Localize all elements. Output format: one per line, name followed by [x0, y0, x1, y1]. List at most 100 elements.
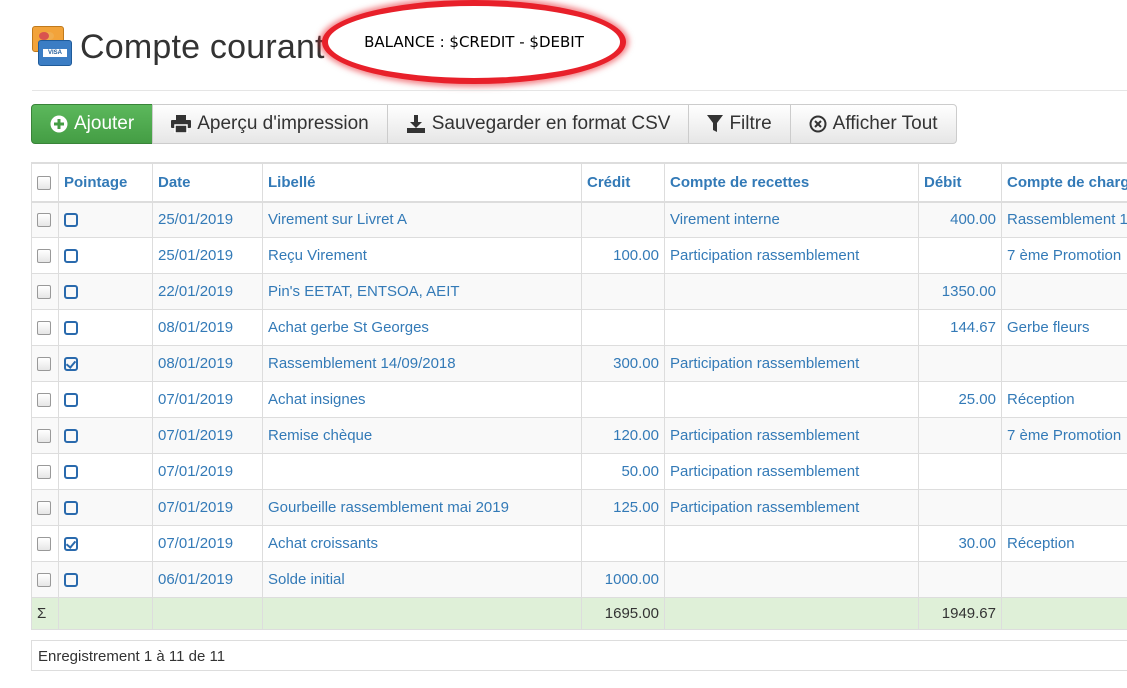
date-cell[interactable]: 22/01/2019	[152, 273, 263, 310]
debit-cell[interactable]	[918, 561, 1002, 598]
date-cell[interactable]: 08/01/2019	[152, 309, 263, 346]
unchecked-square-icon[interactable]	[64, 573, 78, 588]
column-header-debit[interactable]: Débit	[918, 163, 1002, 203]
credit-cell[interactable]	[581, 309, 665, 346]
income-account-cell[interactable]: Participation rassemblement	[664, 453, 919, 490]
income-account-cell[interactable]: Participation rassemblement	[664, 417, 919, 454]
expense-account-cell[interactable]	[1001, 453, 1127, 490]
income-account-cell[interactable]: Virement interne	[664, 201, 919, 238]
income-account-cell[interactable]: Participation rassemblement	[664, 489, 919, 526]
income-account-cell[interactable]	[664, 525, 919, 562]
unchecked-square-icon[interactable]	[64, 393, 78, 408]
add-button[interactable]: Ajouter	[31, 104, 154, 144]
debit-cell[interactable]: 1350.00	[918, 273, 1002, 310]
debit-cell[interactable]: 30.00	[918, 525, 1002, 562]
column-header-income-account[interactable]: Compte de recettes	[664, 163, 919, 203]
row-select-checkbox[interactable]	[37, 321, 51, 336]
print-preview-button[interactable]: Aperçu d'impression	[152, 104, 388, 144]
unchecked-square-icon[interactable]	[64, 249, 78, 264]
expense-account-cell[interactable]: 7 ème Promotion	[1001, 417, 1127, 454]
row-select-checkbox[interactable]	[37, 501, 51, 516]
row-select-checkbox[interactable]	[37, 213, 51, 228]
table-row[interactable]: 25/01/2019 Reçu Virement 100.00 Participati…	[31, 237, 1127, 274]
label-cell[interactable]	[262, 453, 582, 490]
label-cell[interactable]: Reçu Virement	[262, 237, 582, 274]
label-cell[interactable]: Achat insignes	[262, 381, 582, 418]
date-cell[interactable]: 07/01/2019	[152, 381, 263, 418]
credit-cell[interactable]	[581, 381, 665, 418]
debit-cell[interactable]: 25.00	[918, 381, 1002, 418]
expense-account-cell[interactable]: Réception	[1001, 525, 1127, 562]
label-cell[interactable]: Virement sur Livret A	[262, 201, 582, 238]
label-cell[interactable]: Solde initial	[262, 561, 582, 598]
debit-cell[interactable]: 144.67	[918, 309, 1002, 346]
date-cell[interactable]: 25/01/2019	[152, 201, 263, 238]
table-row[interactable]: 07/01/2019 Gourbeille rassemblement mai 2…	[31, 489, 1127, 526]
table-row[interactable]: 07/01/2019 Achat croissants 30.00 Réception	[31, 525, 1127, 562]
filter-button[interactable]: Filtre	[688, 104, 791, 144]
expense-account-cell[interactable]	[1001, 489, 1127, 526]
select-all-checkbox[interactable]	[37, 175, 51, 190]
debit-cell[interactable]	[918, 453, 1002, 490]
credit-cell[interactable]	[581, 201, 665, 238]
column-header-date[interactable]: Date	[152, 163, 263, 203]
save-csv-button[interactable]: Sauvegarder en format CSV	[386, 104, 690, 144]
checked-square-icon[interactable]	[64, 537, 78, 552]
row-select-checkbox[interactable]	[37, 285, 51, 300]
income-account-cell[interactable]	[664, 381, 919, 418]
table-row[interactable]: 08/01/2019 Rassemblement 14/09/2018 300.00…	[31, 345, 1127, 382]
row-select-checkbox[interactable]	[37, 537, 51, 552]
label-cell[interactable]: Gourbeille rassemblement mai 2019	[262, 489, 582, 526]
date-cell[interactable]: 07/01/2019	[152, 489, 263, 526]
credit-cell[interactable]: 50.00	[581, 453, 665, 490]
label-cell[interactable]: Rassemblement 14/09/2018	[262, 345, 582, 382]
expense-account-cell[interactable]	[1001, 561, 1127, 598]
expense-account-cell[interactable]	[1001, 345, 1127, 382]
income-account-cell[interactable]	[664, 561, 919, 598]
row-select-checkbox[interactable]	[37, 573, 51, 588]
column-header-credit[interactable]: Crédit	[581, 163, 665, 203]
date-cell[interactable]: 06/01/2019	[152, 561, 263, 598]
row-select-checkbox[interactable]	[37, 429, 51, 444]
expense-account-cell[interactable]: Gerbe fleurs	[1001, 309, 1127, 346]
unchecked-square-icon[interactable]	[64, 285, 78, 300]
table-row[interactable]: 07/01/2019 Achat insignes 25.00 Réception	[31, 381, 1127, 418]
credit-cell[interactable]: 300.00	[581, 345, 665, 382]
date-cell[interactable]: 07/01/2019	[152, 525, 263, 562]
expense-account-cell[interactable]	[1001, 273, 1127, 310]
unchecked-square-icon[interactable]	[64, 213, 78, 228]
row-select-checkbox[interactable]	[37, 357, 51, 372]
credit-cell[interactable]: 1000.00	[581, 561, 665, 598]
credit-cell[interactable]: 125.00	[581, 489, 665, 526]
credit-cell[interactable]: 100.00	[581, 237, 665, 274]
row-select-checkbox[interactable]	[37, 465, 51, 480]
row-select-checkbox[interactable]	[37, 393, 51, 408]
credit-cell[interactable]	[581, 273, 665, 310]
income-account-cell[interactable]	[664, 273, 919, 310]
credit-cell[interactable]	[581, 525, 665, 562]
table-row[interactable]: 06/01/2019 Solde initial 1000.00	[31, 561, 1127, 598]
row-select-checkbox[interactable]	[37, 249, 51, 264]
expense-account-cell[interactable]: Réception	[1001, 381, 1127, 418]
column-header-pointage[interactable]: Pointage	[58, 163, 153, 203]
table-row[interactable]: 07/01/2019 Remise chèque 120.00 Participati…	[31, 417, 1127, 454]
date-cell[interactable]: 08/01/2019	[152, 345, 263, 382]
credit-cell[interactable]: 120.00	[581, 417, 665, 454]
date-cell[interactable]: 07/01/2019	[152, 453, 263, 490]
income-account-cell[interactable]	[664, 309, 919, 346]
column-header-expense-account[interactable]: Compte de charg	[1001, 163, 1127, 203]
income-account-cell[interactable]: Participation rassemblement	[664, 237, 919, 274]
expense-account-cell[interactable]: 7 ème Promotion	[1001, 237, 1127, 274]
table-row[interactable]: 07/01/2019 50.00 Participation rassembleme…	[31, 453, 1127, 490]
debit-cell[interactable]	[918, 417, 1002, 454]
table-row[interactable]: 08/01/2019 Achat gerbe St Georges 144.67 Ge…	[31, 309, 1127, 346]
date-cell[interactable]: 25/01/2019	[152, 237, 263, 274]
checked-square-icon[interactable]	[64, 357, 78, 372]
unchecked-square-icon[interactable]	[64, 501, 78, 516]
unchecked-square-icon[interactable]	[64, 429, 78, 444]
debit-cell[interactable]	[918, 237, 1002, 274]
label-cell[interactable]: Achat gerbe St Georges	[262, 309, 582, 346]
label-cell[interactable]: Pin's EETAT, ENTSOA, AEIT	[262, 273, 582, 310]
expense-account-cell[interactable]: Rassemblement 1	[1001, 201, 1127, 238]
show-all-button[interactable]: Afficher Tout	[789, 104, 957, 144]
